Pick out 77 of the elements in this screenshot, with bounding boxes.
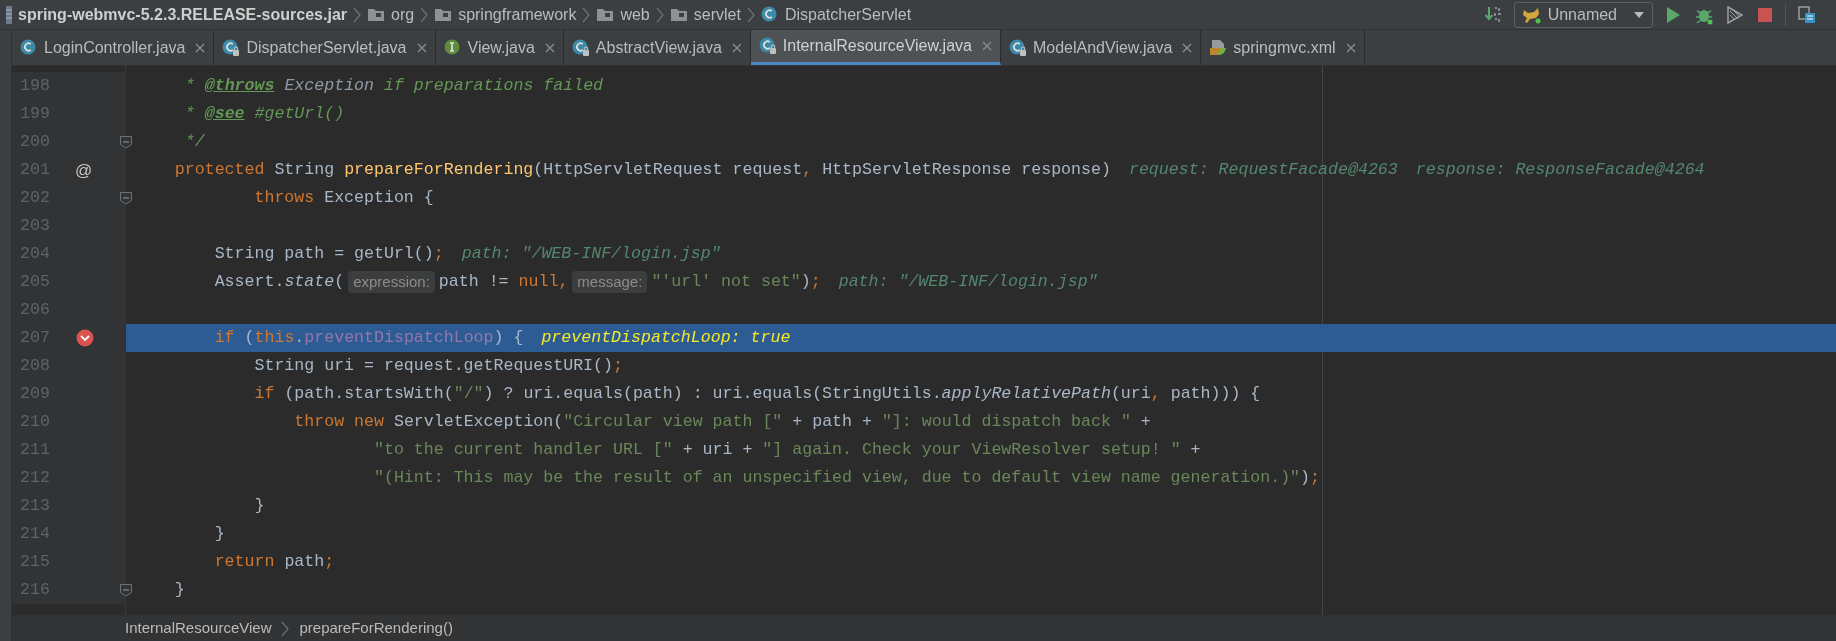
folder-icon xyxy=(596,7,615,22)
tab-label: View.java xyxy=(467,37,535,58)
code-text: String uri = request.getRequestURI(); xyxy=(253,354,623,377)
code-text: "(Hint: This may be the result of an unspecified view, due to default view name generation.)"); xyxy=(373,466,1320,489)
breadcrumb-item[interactable]: org xyxy=(391,2,415,27)
code-text: String path = getUrl(); xyxy=(213,242,444,265)
debug-value: path: "/WEB-INF/login.jsp" xyxy=(838,270,1098,293)
project-structure-button[interactable] xyxy=(1796,3,1818,26)
coverage-button[interactable] xyxy=(1725,4,1745,25)
chevron-icon xyxy=(655,6,664,23)
breadcrumb-item[interactable]: spring-webmvc-5.2.3.RELEASE-sources.jar xyxy=(18,2,347,27)
debug-value: response: ResponseFacade@4264 xyxy=(1415,158,1705,181)
caret-icon xyxy=(1633,10,1645,19)
structure-breadcrumb-item[interactable]: InternalResourceView xyxy=(125,617,272,640)
breadcrumb-item[interactable]: web xyxy=(620,2,650,27)
folder-icon xyxy=(434,7,453,22)
editor-tab[interactable]: View.java xyxy=(435,30,564,65)
build-icon[interactable] xyxy=(1483,4,1504,25)
close-icon[interactable] xyxy=(544,42,555,53)
breadcrumb-item[interactable]: springframework xyxy=(458,2,577,27)
class-icon xyxy=(760,5,779,24)
fold-icon[interactable] xyxy=(119,191,133,205)
chevron-icon xyxy=(281,620,290,637)
fold-icon[interactable] xyxy=(119,135,133,149)
chevron-icon xyxy=(582,6,591,23)
code-text: "to the current handler URL [" + uri + "] again. Check your ViewResolver setup! " + xyxy=(373,438,1201,461)
code-text: } xyxy=(253,494,265,517)
structure-breadcrumb-item[interactable]: prepareForRendering() xyxy=(299,617,453,640)
tab-label: DispatcherServlet.java xyxy=(246,37,407,58)
code-text: */ xyxy=(183,130,205,153)
code-text: "'url' not set"); xyxy=(651,270,821,293)
code-text: throws Exception { xyxy=(253,186,434,209)
breadcrumb-item[interactable]: servlet xyxy=(693,2,741,27)
chevron-icon xyxy=(353,6,361,23)
code-text: if (path.startsWith("/") ? uri.equals(path) : uri.equals(StringUtils.applyRelativePath(uri, path))) { xyxy=(253,382,1261,405)
close-icon[interactable] xyxy=(981,41,992,51)
breakpoint-icon[interactable] xyxy=(76,329,94,347)
folder-icon xyxy=(669,7,688,22)
close-icon[interactable] xyxy=(195,42,206,53)
editor-tab[interactable]: springmvc.xml xyxy=(1201,30,1365,65)
code-text: return path; xyxy=(213,550,335,573)
debug-value: request: RequestFacade@4263 xyxy=(1128,158,1398,181)
run-config-dropdown[interactable]: Unnamed xyxy=(1513,1,1653,28)
folder-icon xyxy=(367,7,385,22)
chevron-icon xyxy=(420,6,429,23)
gutter-marker[interactable]: @ xyxy=(75,158,93,184)
editor-tab[interactable]: DispatcherServlet.java xyxy=(214,30,436,65)
tab-label: InternalResourceView.java xyxy=(782,36,972,56)
code-text: path != null, xyxy=(438,270,569,293)
breadcrumb-item[interactable]: DispatcherServlet xyxy=(784,2,912,27)
tab-label: ModelAndView.java xyxy=(1032,37,1173,58)
editor-tab[interactable]: LoginController.java xyxy=(12,30,215,65)
debug-value: path: "/WEB-INF/login.jsp" xyxy=(461,242,721,265)
editor-tab[interactable]: AbstractView.java xyxy=(563,30,751,65)
chevron-icon xyxy=(746,6,755,23)
debug-value: preventDispatchLoop: true xyxy=(541,326,791,349)
tab-label: LoginController.java xyxy=(44,37,186,58)
parameter-hint: message: xyxy=(572,271,648,293)
tab-label: AbstractView.java xyxy=(595,37,722,58)
parameter-hint: expression: xyxy=(348,271,435,293)
code-text: * @see #getUrl() xyxy=(183,102,345,125)
code-text: Assert.state( xyxy=(213,270,345,293)
editor-tab[interactable]: ModelAndView.java xyxy=(1000,30,1202,65)
close-icon[interactable] xyxy=(1182,42,1193,53)
fold-icon[interactable] xyxy=(119,583,133,597)
code-text: throw new ServletException("Circular view path [" + path + "]: would dispatch back " + xyxy=(293,410,1151,433)
tab-label: springmvc.xml xyxy=(1233,37,1336,58)
code-text: * @throws Exception if preparations failed xyxy=(183,74,604,97)
editor-tab[interactable]: InternalResourceView.java xyxy=(750,30,1001,65)
code-text: if (this.preventDispatchLoop) { xyxy=(213,326,524,349)
close-icon[interactable] xyxy=(416,42,427,53)
code-text: } xyxy=(173,578,185,601)
code-text: } xyxy=(213,522,225,545)
code-text: protected String prepareForRendering(HttpServletRequest request, HttpServletResponse response) xyxy=(173,158,1111,181)
close-icon[interactable] xyxy=(731,42,742,53)
close-icon[interactable] xyxy=(1345,42,1356,53)
archive-icon xyxy=(6,5,12,24)
